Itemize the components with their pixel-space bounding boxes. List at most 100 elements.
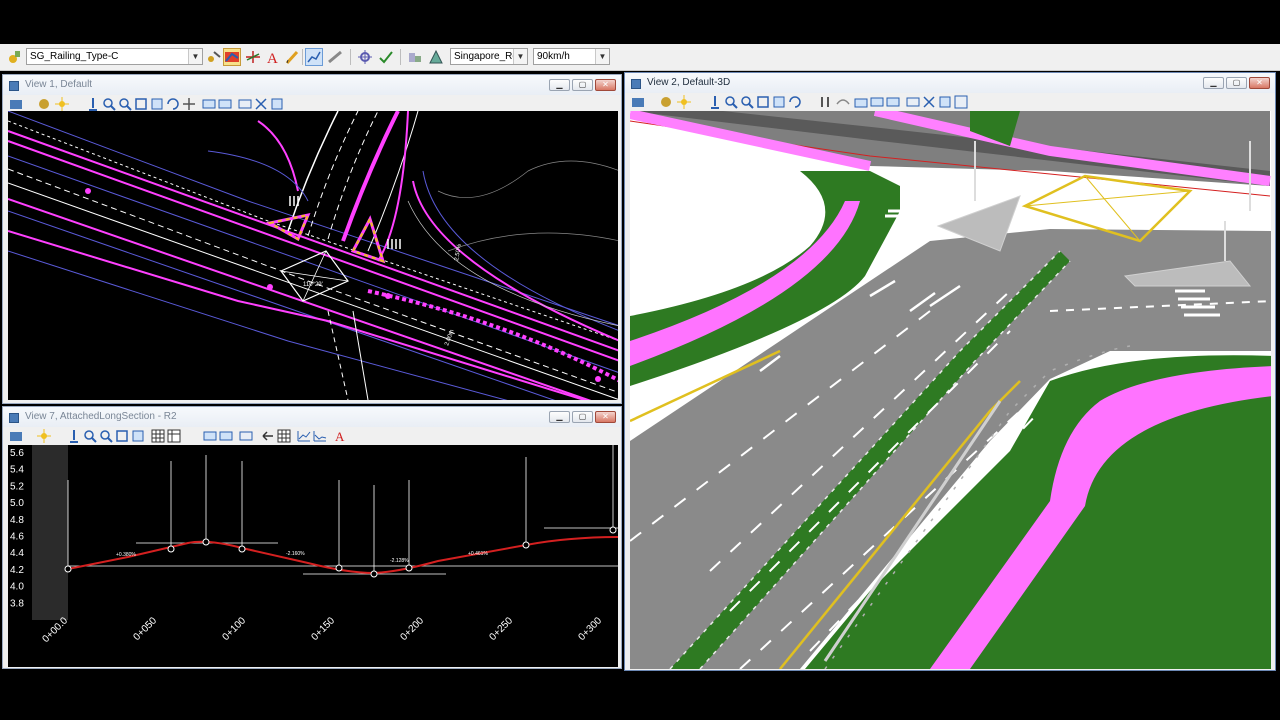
rotate-view-icon[interactable] [166, 97, 180, 111]
copy-view-icon[interactable] [238, 97, 252, 111]
y-tick-label: 4.8 [10, 515, 24, 526]
display-style-icon[interactable] [659, 95, 673, 109]
view-toggle-icon[interactable] [954, 95, 968, 109]
window-area-icon[interactable] [756, 95, 770, 109]
view2-window[interactable]: View 2, Default-3D ▁ ▢ ✕ [624, 72, 1276, 671]
close-button[interactable]: ✕ [595, 79, 616, 91]
text-tool-icon[interactable]: A [333, 429, 347, 443]
minimize-button[interactable]: ▁ [549, 411, 570, 423]
lighting-icon[interactable] [37, 429, 51, 443]
view-attributes-icon[interactable] [9, 97, 23, 111]
view2-canvas[interactable] [630, 111, 1271, 669]
pvi-marker[interactable] [64, 565, 72, 573]
civil-accudraw-icon[interactable] [223, 48, 241, 66]
pencil-icon[interactable] [283, 48, 301, 66]
pvi-marker[interactable] [167, 545, 175, 553]
walk-icon[interactable] [818, 95, 832, 109]
clip-volume-icon[interactable] [922, 95, 936, 109]
grade-label: -2.128% [390, 558, 409, 564]
grade-label: -2.160% [286, 551, 305, 557]
clip-volume-icon[interactable] [254, 97, 268, 111]
maximize-button[interactable]: ▢ [572, 79, 593, 91]
lighting-icon[interactable] [55, 97, 69, 111]
back-arrow-icon[interactable] [261, 429, 275, 443]
snap-icon[interactable] [356, 48, 374, 66]
pvi-marker[interactable] [335, 564, 343, 572]
close-button[interactable]: ✕ [595, 411, 616, 423]
zoom-out-icon[interactable] [99, 429, 113, 443]
table-icon[interactable] [167, 429, 181, 443]
pvi-marker[interactable] [522, 541, 530, 549]
clip-mask-icon[interactable] [938, 95, 952, 109]
window-area-icon[interactable] [115, 429, 129, 443]
element-template-icon[interactable] [6, 48, 24, 66]
pan-view-icon[interactable] [182, 97, 196, 111]
design-standards-icon[interactable] [406, 48, 424, 66]
design-standard-select[interactable]: Singapore_Road_ ▼ [450, 48, 528, 65]
measure-icon[interactable] [326, 48, 344, 66]
design-speed-select[interactable]: 90km/h ▼ [533, 48, 610, 65]
zoom-in-icon[interactable] [83, 429, 97, 443]
rotate-view-icon[interactable] [788, 95, 802, 109]
lighting-icon[interactable] [677, 95, 691, 109]
window-area-icon[interactable] [134, 97, 148, 111]
view1-titlebar[interactable]: View 1, Default ▁ ▢ ✕ [3, 75, 621, 95]
view1-canvas[interactable]: 2.00m 110°29' 2.50% [8, 111, 618, 400]
view-previous-icon[interactable] [870, 95, 884, 109]
pvi-marker[interactable] [609, 526, 617, 534]
copy-view-icon[interactable] [906, 95, 920, 109]
fit-view-icon[interactable] [772, 95, 786, 109]
grid-icon[interactable] [151, 429, 165, 443]
pvi-marker[interactable] [405, 564, 413, 572]
pvi-marker[interactable] [202, 538, 210, 546]
chevron-down-icon: ▼ [188, 49, 202, 64]
fit-view-icon[interactable] [150, 97, 164, 111]
zoom-in-icon[interactable] [102, 97, 116, 111]
check-icon[interactable] [377, 48, 395, 66]
grade-label: +0.461% [468, 551, 488, 557]
view2-titlebar[interactable]: View 2, Default-3D ▁ ▢ ✕ [625, 73, 1275, 93]
horizontal-geometry-icon[interactable] [244, 48, 262, 66]
view-next-icon[interactable] [218, 97, 232, 111]
standards-toggle-icon[interactable] [427, 48, 445, 66]
y-tick-label: 5.0 [10, 498, 24, 509]
copy-view-icon[interactable] [239, 429, 253, 443]
view-previous-icon[interactable] [202, 97, 216, 111]
view-window-icon [9, 81, 19, 91]
camera-icon[interactable] [854, 95, 868, 109]
maximize-button[interactable]: ▢ [572, 411, 593, 423]
zoom-out-icon[interactable] [118, 97, 132, 111]
profile-tool-icon[interactable] [305, 48, 323, 66]
profile-chart-icon[interactable] [313, 429, 327, 443]
fit-view-icon[interactable] [131, 429, 145, 443]
view-attributes-icon[interactable] [631, 95, 645, 109]
update-view-icon[interactable] [67, 429, 81, 443]
pvi-marker[interactable] [238, 545, 246, 553]
element-template-select[interactable]: SG_Railing_Type-C ▼ [26, 48, 203, 65]
view-attributes-icon[interactable] [9, 429, 23, 443]
fly-icon[interactable] [836, 95, 850, 109]
clip-mask-icon[interactable] [270, 97, 284, 111]
text-tool-icon[interactable]: A [263, 48, 281, 66]
display-style-icon[interactable] [37, 97, 51, 111]
view7-window[interactable]: View 7, AttachedLongSection - R2 ▁ ▢ ✕ A… [2, 406, 622, 669]
minimize-button[interactable]: ▁ [1203, 77, 1224, 89]
minimize-button[interactable]: ▁ [549, 79, 570, 91]
view-next-icon[interactable] [886, 95, 900, 109]
maximize-button[interactable]: ▢ [1226, 77, 1247, 89]
template-tool-icon[interactable] [205, 48, 223, 66]
view-previous-icon[interactable] [203, 429, 217, 443]
update-view-icon[interactable] [86, 97, 100, 111]
view1-window[interactable]: View 1, Default ▁ ▢ ✕ 2.00m 110°29' 2.50… [2, 74, 622, 404]
profile-chart-icon[interactable] [297, 429, 311, 443]
profile-canvas[interactable]: 5.6 5.4 5.2 5.0 4.8 4.6 4.4 4.2 4.0 3.8 0+00.0 0+0… [8, 445, 618, 667]
update-view-icon[interactable] [708, 95, 722, 109]
view7-titlebar[interactable]: View 7, AttachedLongSection - R2 ▁ ▢ ✕ [3, 407, 621, 427]
profile-chart: 5.65.45.25.04.84.64.44.24.03.8 0+00.0 0+0… [8, 445, 618, 667]
grid-icon[interactable] [277, 429, 291, 443]
zoom-out-icon[interactable] [740, 95, 754, 109]
close-button[interactable]: ✕ [1249, 77, 1270, 89]
zoom-in-icon[interactable] [724, 95, 738, 109]
view-next-icon[interactable] [219, 429, 233, 443]
pvi-marker[interactable] [370, 570, 378, 578]
